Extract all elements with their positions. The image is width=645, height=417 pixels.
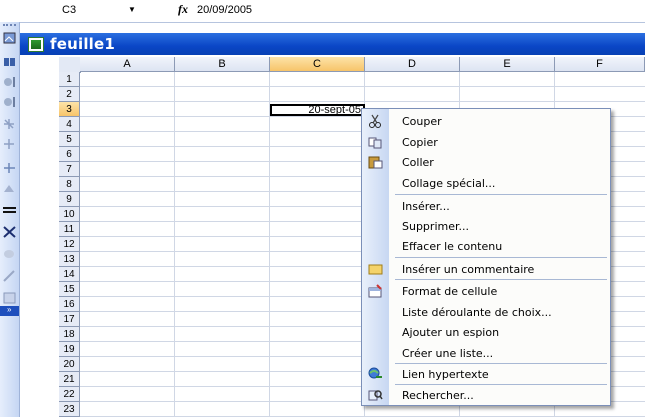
name-box-value: C3 xyxy=(62,4,77,16)
toolbar-tool-icon[interactable] xyxy=(3,248,16,260)
menu-separator xyxy=(395,279,607,280)
name-box-dropdown-icon[interactable]: ▼ xyxy=(128,5,136,14)
row-header-8[interactable]: 8 xyxy=(59,177,80,192)
excel-icon xyxy=(28,37,44,52)
column-header-d[interactable]: D xyxy=(365,57,460,72)
menu-item-coller[interactable]: Coller xyxy=(362,152,610,172)
row-header-10[interactable]: 10 xyxy=(59,207,80,222)
row-header-18[interactable]: 18 xyxy=(59,327,80,342)
function-icon[interactable]: fx xyxy=(178,2,188,17)
menu-item-inserer-commentaire[interactable]: Insérer un commentaire xyxy=(362,259,610,279)
menu-item-rechercher[interactable]: Rechercher... xyxy=(362,385,610,405)
toolbar-tool-icon[interactable] xyxy=(3,162,16,174)
row-header-17[interactable]: 17 xyxy=(59,312,80,327)
toolbar-options-button[interactable]: » xyxy=(0,305,19,316)
toolbar-tool-icon[interactable] xyxy=(3,56,16,68)
toolbar-tool-icon[interactable] xyxy=(3,205,16,217)
menu-item-ajouter-espion[interactable]: Ajouter un espion xyxy=(362,322,610,342)
workbook-title-bar[interactable]: feuille1 xyxy=(20,33,645,55)
column-header-e[interactable]: E xyxy=(460,57,555,72)
row-header-13[interactable]: 13 xyxy=(59,252,80,267)
toolbar-tool-icon[interactable] xyxy=(3,182,16,194)
toolbar-options-icon: » xyxy=(7,305,12,314)
menu-item-inserer[interactable]: Insérer... xyxy=(362,196,610,216)
row-header-20[interactable]: 20 xyxy=(59,357,80,372)
formula-bar: C3 ▼ fx 20/09/2005 xyxy=(0,0,645,23)
row-header-9[interactable]: 9 xyxy=(59,192,80,207)
comment-icon xyxy=(368,262,383,276)
menu-separator xyxy=(395,194,607,195)
paste-icon xyxy=(368,155,383,169)
toolbar-tool-icon[interactable] xyxy=(3,118,16,130)
toolbar-tool-icon[interactable] xyxy=(3,292,16,304)
scissors-icon xyxy=(368,114,383,128)
row-header-6[interactable]: 6 xyxy=(59,147,80,162)
toolbar-tool-icon[interactable] xyxy=(3,226,16,238)
menu-item-format-cellule[interactable]: Format de cellule xyxy=(362,281,610,301)
toolbar-grip[interactable] xyxy=(3,24,16,29)
row-header-16[interactable]: 16 xyxy=(59,297,80,312)
toolbar-tool-icon[interactable] xyxy=(3,138,16,150)
hyperlink-icon xyxy=(368,367,383,381)
workbook-title: feuille1 xyxy=(50,35,116,53)
formula-input[interactable]: 20/09/2005 xyxy=(197,4,252,16)
row-header-21[interactable]: 21 xyxy=(59,372,80,387)
row-header-19[interactable]: 19 xyxy=(59,342,80,357)
cell-c3-value: 20-sept-05 xyxy=(308,104,361,116)
context-menu: Couper Copier Coller Collage spécial... … xyxy=(361,108,611,406)
select-all-corner[interactable] xyxy=(59,57,81,73)
copy-icon xyxy=(368,135,383,149)
active-cell-c3[interactable]: 20-sept-05 xyxy=(270,104,366,117)
row-header-23[interactable]: 23 xyxy=(59,402,80,417)
row-header-7[interactable]: 7 xyxy=(59,162,80,177)
row-header-15[interactable]: 15 xyxy=(59,282,80,297)
menu-item-lien-hypertexte[interactable]: Lien hypertexte xyxy=(362,364,610,384)
row-header-22[interactable]: 22 xyxy=(59,387,80,402)
column-header-c[interactable]: C xyxy=(270,57,365,72)
drawing-toolbar: » xyxy=(0,22,20,417)
menu-item-liste-deroulante[interactable]: Liste déroulante de choix... xyxy=(362,302,610,322)
menu-separator xyxy=(395,257,607,258)
row-header-4[interactable]: 4 xyxy=(59,117,80,132)
research-icon xyxy=(368,388,383,402)
column-header-f[interactable]: F xyxy=(555,57,645,72)
row-header-2[interactable]: 2 xyxy=(59,87,80,102)
menu-item-copier[interactable]: Copier xyxy=(362,132,610,152)
row-header-14[interactable]: 14 xyxy=(59,267,80,282)
row-header-12[interactable]: 12 xyxy=(59,237,80,252)
toolbar-tool-icon[interactable] xyxy=(3,32,16,44)
row-header-5[interactable]: 5 xyxy=(59,132,80,147)
column-header-b[interactable]: B xyxy=(175,57,270,72)
format-cells-icon xyxy=(368,284,383,298)
menu-item-creer-liste[interactable]: Créer une liste... xyxy=(362,343,610,363)
menu-item-effacer-contenu[interactable]: Effacer le contenu xyxy=(362,236,610,256)
row-header-11[interactable]: 11 xyxy=(59,222,80,237)
menu-item-couper[interactable]: Couper xyxy=(362,111,610,131)
toolbar-tool-icon[interactable] xyxy=(3,96,16,108)
menu-item-supprimer[interactable]: Supprimer... xyxy=(362,216,610,236)
name-box[interactable]: C3 ▼ xyxy=(30,3,148,18)
toolbar-tool-icon[interactable] xyxy=(3,270,16,282)
menu-item-collage-special[interactable]: Collage spécial... xyxy=(362,173,610,193)
row-header-1[interactable]: 1 xyxy=(59,72,80,87)
column-header-a[interactable]: A xyxy=(80,57,175,72)
row-header-3[interactable]: 3 xyxy=(59,102,80,117)
toolbar-tool-icon[interactable] xyxy=(3,76,16,88)
